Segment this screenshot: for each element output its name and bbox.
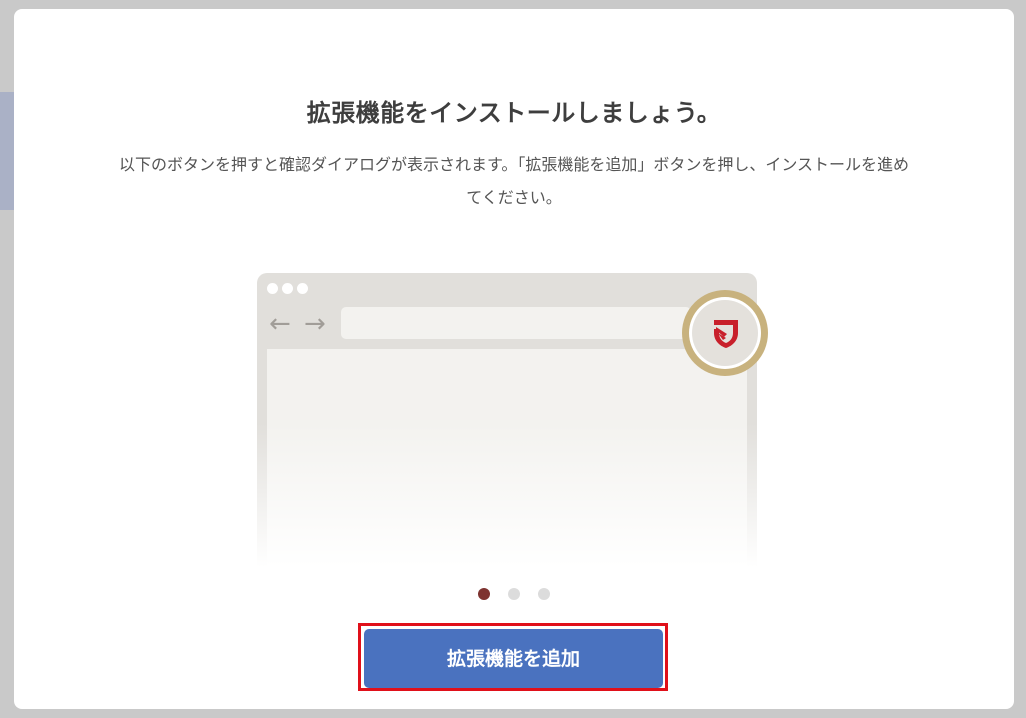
modal-description: 以下のボタンを押すと確認ダイアログが表示されます。「拡張機能を追加」ボタンを押し…	[118, 155, 910, 207]
illustration-fade	[257, 423, 757, 575]
window-dot-icon	[297, 283, 308, 294]
window-dot-icon	[282, 283, 293, 294]
shield-logo-icon	[714, 320, 738, 348]
pagination-dot-active[interactable]	[478, 588, 490, 600]
back-arrow-icon: ←	[269, 309, 291, 339]
browser-illustration: ← →	[257, 273, 768, 575]
forward-arrow-icon: →	[304, 309, 326, 339]
extension-icon-highlight	[682, 290, 768, 376]
pagination-dot[interactable]	[538, 588, 550, 600]
install-extension-modal: 拡張機能をインストールしましょう。 以下のボタンを押すと確認ダイアログが表示され…	[14, 9, 1014, 709]
address-bar	[341, 307, 691, 339]
modal-title: 拡張機能をインストールしましょう。	[306, 99, 722, 127]
window-dot-icon	[267, 283, 278, 294]
add-extension-button[interactable]: 拡張機能を追加	[364, 629, 663, 688]
pagination-dot[interactable]	[508, 588, 520, 600]
